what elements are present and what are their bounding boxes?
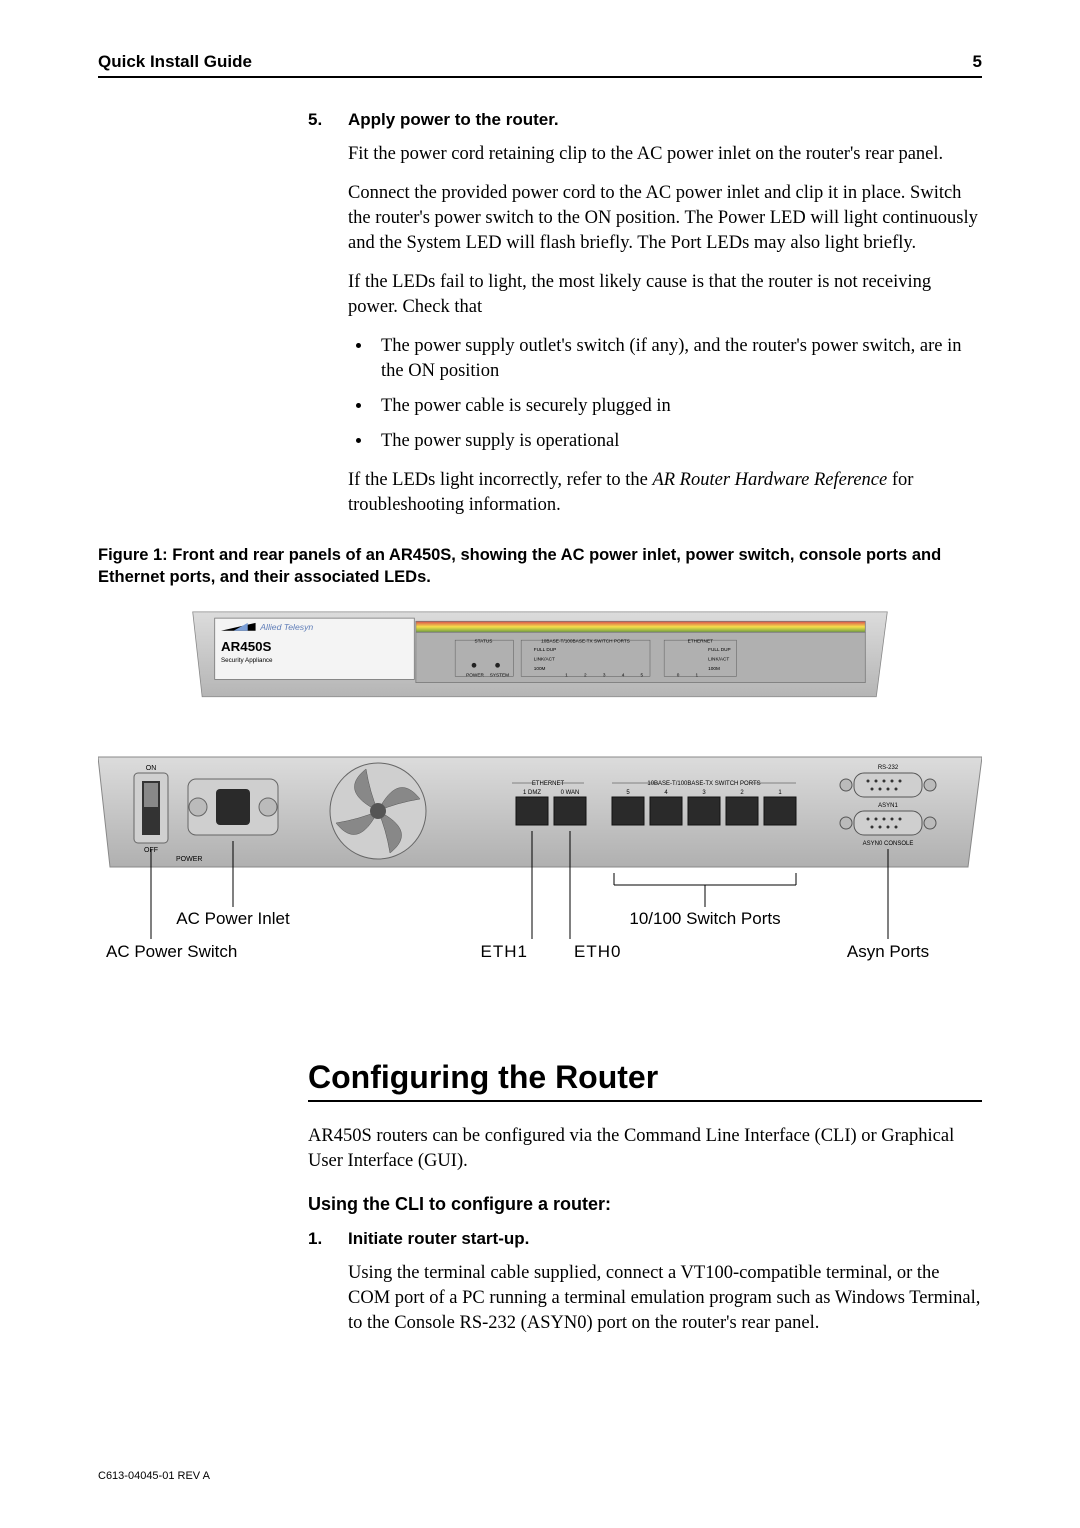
figure-1-caption: Figure 1: Front and rear panels of an AR… [98, 544, 982, 589]
text: LINK/ACT [708, 657, 729, 662]
page-header: Quick Install Guide 5 [98, 52, 982, 78]
content-column: 5. Apply power to the router. Fit the po… [308, 110, 982, 518]
page-number: 5 [973, 52, 982, 72]
text: FULL DUP [708, 647, 731, 652]
text: 1 [565, 672, 568, 677]
text: 2 [584, 672, 587, 677]
reference-title: AR Router Hardware Reference [652, 470, 887, 490]
step-5-p1: Fit the power cord retaining clip to the… [308, 142, 982, 167]
text: 100M [534, 666, 546, 671]
step-5-p2: Connect the provided power cord to the A… [308, 181, 982, 256]
page: Quick Install Guide 5 5. Apply power to … [0, 0, 1080, 1528]
power-label: POWER [176, 856, 202, 863]
ethernet-label: ETHERNET [688, 639, 713, 644]
status-label: STATUS [474, 639, 492, 644]
list-item: The power supply outlet's switch (if any… [373, 334, 982, 384]
section-rule [308, 1100, 982, 1102]
text: 5 [641, 672, 644, 677]
footer-docid: C613-04045-01 REV A [98, 1470, 210, 1482]
model-label: AR450S [221, 639, 272, 654]
callout-eth1: ETH1 [481, 942, 528, 961]
text: 1 [696, 672, 699, 677]
text: 100M [708, 666, 720, 671]
brand-label: Allied Telesyn [259, 622, 313, 632]
step-5-bullets: The power supply outlet's switch (if any… [308, 334, 982, 454]
power-label: POWER [466, 672, 484, 677]
section-configuring: Configuring the Router AR450S routers ca… [308, 1059, 982, 1336]
callout-eth0: ETH0 [574, 942, 621, 961]
callout-switch-ports: 10/100 Switch Ports [629, 909, 780, 928]
front-panel-diagram: Allied Telesyn AR450S Security Appliance… [98, 604, 982, 714]
step-5-p4: If the LEDs light incorrectly, refer to … [308, 468, 982, 518]
eth0-port-label: 0 WAN [561, 790, 580, 796]
text: If the LEDs light incorrectly, refer to … [348, 470, 652, 490]
callout-ac-inlet: AC Power Inlet [176, 909, 290, 928]
system-label: SYSTEM [490, 672, 509, 677]
eth1-port-label: 1 DMZ [523, 790, 541, 796]
header-title: Quick Install Guide [98, 52, 252, 72]
switch-label: 10BASE-T/100BASE-TX SWITCH PORTS [647, 781, 760, 787]
list-item: The power supply is operational [373, 429, 982, 454]
text: FULL DUP [534, 647, 557, 652]
step-5-title: Apply power to the router. [348, 110, 559, 130]
step-5-heading: 5. Apply power to the router. [308, 110, 982, 130]
config-intro: AR450S routers can be configured via the… [308, 1124, 982, 1174]
cli-subhead: Using the CLI to configure a router: [308, 1194, 982, 1215]
text: 0 [677, 672, 680, 677]
asyn0-label: ASYN0 CONSOLE [863, 841, 914, 847]
rs232-label: RS-232 [878, 765, 899, 771]
step-1-title: Initiate router start-up. [348, 1229, 529, 1249]
asyn1-label: ASYN1 [878, 803, 898, 809]
section-title: Configuring the Router [308, 1059, 982, 1096]
text: LINK/ACT [534, 657, 555, 662]
text: 4 [622, 672, 625, 677]
rear-panel-diagram: ON OFF POWER ETHERNET 1 DMZ 0 WAN 10BAS [98, 749, 982, 979]
eth-label: ETHERNET [532, 781, 565, 787]
text: 3 [603, 672, 606, 677]
step-5-p3: If the LEDs fail to light, the most like… [308, 270, 982, 320]
switch-ports-label: 10BASE-T/100BASE-TX SWITCH PORTS [541, 639, 630, 644]
callout-ac-switch: AC Power Switch [106, 942, 237, 961]
step-5-number: 5. [308, 110, 326, 130]
model-subtitle: Security Appliance [221, 657, 273, 664]
step-1-body: Using the terminal cable supplied, conne… [308, 1261, 982, 1336]
step-1-number: 1. [308, 1229, 326, 1249]
callout-asyn-ports: Asyn Ports [847, 942, 929, 961]
list-item: The power cable is securely plugged in [373, 394, 982, 419]
step-1-heading: 1. Initiate router start-up. [308, 1229, 982, 1249]
on-label: ON [146, 765, 157, 772]
